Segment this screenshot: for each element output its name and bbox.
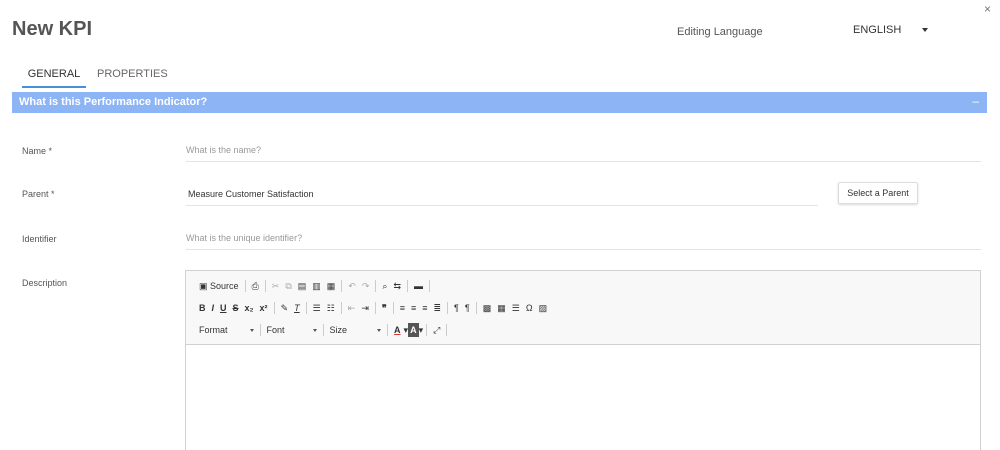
toolbar-divider: [406, 280, 408, 292]
remove-format-icon[interactable]: T: [291, 301, 303, 315]
background-color-button[interactable]: A: [408, 323, 419, 337]
paste-text-icon[interactable]: ▥: [309, 279, 324, 293]
text-rtl-icon[interactable]: ¶: [462, 301, 473, 315]
toolbar-divider: [305, 302, 307, 314]
toolbar-divider: [264, 280, 266, 292]
caret-down-icon[interactable]: ▾: [419, 323, 424, 337]
source-button[interactable]: ▣ Source: [196, 279, 242, 293]
language-selected: ENGLISH: [853, 24, 902, 36]
copy-format-icon[interactable]: ✎: [278, 301, 292, 315]
section-header[interactable]: What is this Performance Indicator? –: [12, 92, 987, 113]
size-dropdown[interactable]: Size: [327, 325, 385, 335]
identifier-label: Identifier: [22, 234, 57, 244]
superscript-button[interactable]: x²: [257, 301, 271, 315]
select-parent-button[interactable]: Select a Parent: [838, 182, 918, 204]
identifier-input[interactable]: [186, 233, 981, 250]
paste-word-icon[interactable]: ▦: [324, 279, 339, 293]
align-justify-icon[interactable]: ≣: [431, 301, 445, 315]
align-right-icon[interactable]: ≡: [419, 301, 430, 315]
toolbar-divider: [375, 280, 377, 292]
format-dropdown[interactable]: Format: [196, 325, 257, 335]
image-icon[interactable]: ▨: [536, 301, 551, 315]
redo-icon[interactable]: ↷: [359, 279, 373, 293]
horizontal-line-icon[interactable]: ☰: [509, 301, 523, 315]
italic-button[interactable]: I: [209, 301, 218, 315]
language-dropdown[interactable]: ENGLISH: [853, 24, 943, 36]
name-input[interactable]: [186, 145, 981, 162]
page-title: New KPI: [12, 18, 93, 40]
find-icon[interactable]: ⌕: [379, 279, 390, 293]
copy-icon[interactable]: ⧉: [282, 279, 294, 293]
undo-icon[interactable]: ↶: [345, 279, 359, 293]
editor-content-area[interactable]: [186, 345, 980, 450]
tab-general[interactable]: GENERAL: [22, 68, 86, 88]
tab-properties[interactable]: PROPERTIES: [97, 68, 168, 80]
description-label: Description: [22, 278, 68, 288]
toolbar-divider: [387, 324, 389, 336]
text-color-button[interactable]: A: [391, 323, 404, 337]
description-editor: ▣ Source ⎙ ✂ ⧉ ▤ ▥ ▦ ↶ ↷ ⌕ ⇆ ▬ B I U S x…: [185, 270, 981, 450]
bold-button[interactable]: B: [196, 301, 209, 315]
caret-down-icon: [312, 328, 317, 332]
blockquote-icon[interactable]: ❞: [379, 301, 390, 315]
bulleted-list-icon[interactable]: ☷: [324, 301, 338, 315]
flash-icon[interactable]: ▩: [480, 301, 495, 315]
toolbar-divider: [446, 324, 448, 336]
replace-icon[interactable]: ⇆: [390, 279, 404, 293]
strike-button[interactable]: S: [230, 301, 242, 315]
toolbar-divider: [273, 302, 275, 314]
cut-icon[interactable]: ✂: [269, 279, 283, 293]
toolbar-divider: [244, 280, 246, 292]
editing-language-label: Editing Language: [677, 26, 763, 38]
subscript-button[interactable]: x₂: [242, 301, 257, 315]
font-dropdown[interactable]: Font: [264, 325, 320, 335]
toolbar-divider: [426, 324, 428, 336]
special-char-icon[interactable]: Ω: [523, 301, 536, 315]
print-icon[interactable]: ⎙: [249, 279, 262, 293]
numbered-list-icon[interactable]: ☰: [310, 301, 324, 315]
align-center-icon[interactable]: ≡: [408, 301, 419, 315]
toolbar-divider: [447, 302, 449, 314]
toolbar-divider: [259, 324, 261, 336]
editor-toolbar: ▣ Source ⎙ ✂ ⧉ ▤ ▥ ▦ ↶ ↷ ⌕ ⇆ ▬ B I U S x…: [186, 271, 980, 345]
toolbar-divider: [322, 324, 324, 336]
section-title: What is this Performance Indicator?: [19, 96, 208, 108]
close-icon[interactable]: ×: [984, 2, 991, 16]
caret-down-icon: [249, 328, 254, 332]
table-icon[interactable]: ▦: [494, 301, 509, 315]
paste-icon[interactable]: ▤: [295, 279, 310, 293]
toolbar-divider: [392, 302, 394, 314]
toolbar-divider: [428, 280, 430, 292]
toolbar-divider: [340, 302, 342, 314]
parent-label: Parent *: [22, 189, 55, 199]
indent-icon[interactable]: ⇥: [358, 301, 372, 315]
caret-down-icon: [922, 28, 928, 32]
caret-down-icon: [377, 328, 382, 332]
toolbar-divider: [374, 302, 376, 314]
text-ltr-icon[interactable]: ¶: [451, 301, 462, 315]
name-label: Name *: [22, 146, 53, 156]
spellcheck-icon[interactable]: ▬: [411, 279, 426, 293]
align-left-icon[interactable]: ≡: [397, 301, 408, 315]
toolbar-divider: [341, 280, 343, 292]
toolbar-divider: [475, 302, 477, 314]
parent-input[interactable]: [186, 189, 818, 206]
source-icon: ▣: [199, 281, 208, 291]
outdent-icon[interactable]: ⇤: [345, 301, 359, 315]
underline-button[interactable]: U: [217, 301, 230, 315]
collapse-icon[interactable]: –: [972, 94, 979, 108]
maximize-icon[interactable]: ⤢: [430, 323, 443, 337]
